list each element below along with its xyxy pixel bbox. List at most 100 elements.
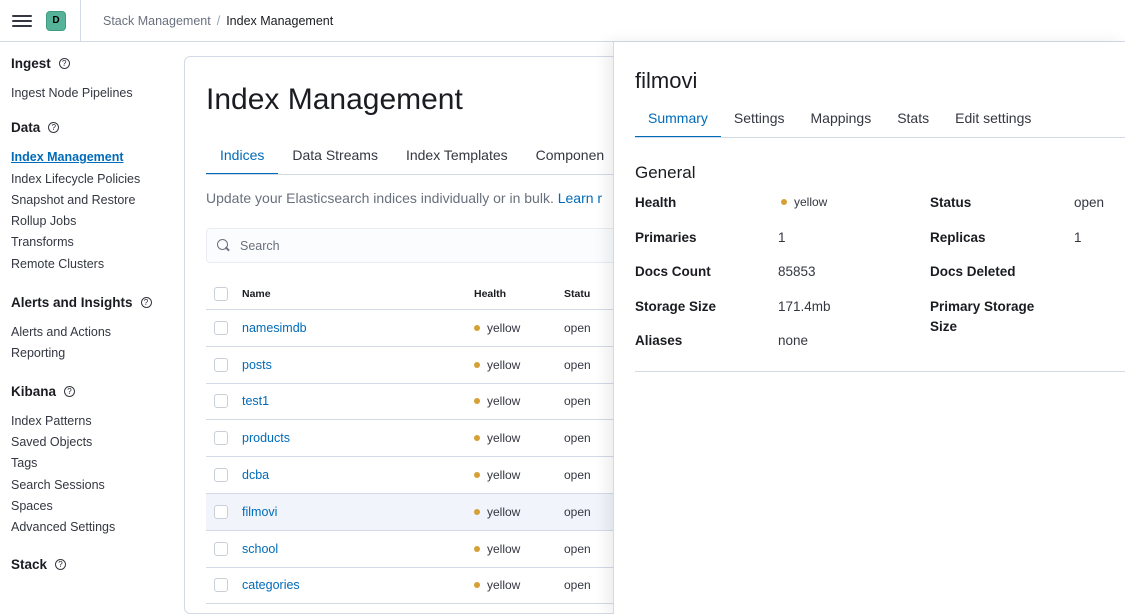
sidebar-item[interactable]: Rollup Jobs	[11, 211, 184, 232]
flyout-tabs: Summary Settings Mappings Stats Edit set…	[635, 108, 1044, 138]
tab-index-templates[interactable]: Index Templates	[392, 145, 522, 175]
space-avatar[interactable]: D	[46, 10, 66, 31]
row-checkbox[interactable]	[214, 504, 228, 519]
flyout-section-divider	[635, 371, 1125, 372]
health-dot-icon	[474, 472, 480, 479]
sidebar-item[interactable]: Reporting	[11, 343, 184, 364]
index-name-link[interactable]: test1	[228, 394, 474, 408]
health-dot-icon	[781, 199, 787, 205]
sidebar-item[interactable]: Tags	[11, 453, 184, 474]
index-name-link[interactable]: filmovi	[228, 505, 474, 519]
learn-more-link[interactable]: Learn r	[558, 190, 602, 206]
table-row[interactable]: namesimdb yellow open	[206, 310, 636, 347]
tab-indices[interactable]: Indices	[206, 145, 279, 175]
docs-count-label: Docs Count	[635, 264, 711, 279]
help-icon[interactable]: ?	[58, 58, 70, 69]
search-input[interactable]	[240, 238, 620, 253]
sidebar-section: Stack?	[11, 557, 184, 572]
index-name-link[interactable]: school	[228, 542, 474, 556]
table-row[interactable]: test1 yellow open	[206, 384, 636, 421]
table-row[interactable]: posts yellow open	[206, 347, 636, 384]
column-header-health[interactable]: Health	[474, 288, 564, 300]
tab-mappings[interactable]: Mappings	[798, 108, 885, 138]
index-name-link[interactable]: dcba	[228, 468, 474, 482]
sidebar-section: Kibana? Index Patterns Saved Objects Tags Se…	[11, 384, 184, 539]
help-icon[interactable]: ?	[140, 297, 152, 309]
sidebar-section-title: Stack?	[11, 557, 184, 572]
health-dot-icon	[474, 508, 480, 515]
help-icon[interactable]: ?	[48, 122, 60, 134]
sidebar-section: Alerts and Insights? Alerts and Actions Re…	[11, 295, 184, 365]
help-icon[interactable]: ?	[64, 385, 76, 397]
sidebar-item[interactable]: Transforms	[11, 232, 184, 253]
tab-component-templates[interactable]: Componen	[522, 145, 619, 175]
sidebar-section-title: Ingest?	[11, 56, 184, 71]
row-checkbox[interactable]	[214, 468, 228, 483]
menu-icon[interactable]	[12, 13, 32, 29]
page-description: Update your Elasticsearch indices indivi…	[206, 190, 602, 206]
row-checkbox[interactable]	[214, 431, 228, 446]
sidebar-item[interactable]: Spaces	[11, 496, 184, 517]
sidebar-section-title-text: Data	[11, 120, 41, 136]
docs-count-value: 85853	[778, 264, 816, 279]
row-checkbox[interactable]	[214, 320, 228, 335]
sidebar-item[interactable]: Snapshot and Restore	[11, 190, 184, 211]
primary-storage-size-label-line2: Size	[930, 319, 958, 334]
page-title: Index Management	[206, 83, 463, 116]
sidebar-item[interactable]: Advanced Settings	[11, 517, 184, 538]
index-name-link[interactable]: categories	[228, 578, 474, 592]
row-checkbox[interactable]	[214, 541, 228, 556]
breadcrumb: Stack Management / Index Management	[103, 14, 333, 28]
sidebar-item[interactable]: Index Lifecycle Policies	[11, 169, 184, 190]
index-name-link[interactable]: products	[228, 431, 474, 445]
sidebar-item[interactable]: Search Sessions	[11, 475, 184, 496]
breadcrumb-stack-management[interactable]: Stack Management	[103, 14, 211, 28]
flyout-title: filmovi	[635, 68, 698, 93]
table-row[interactable]: categories yellow open	[206, 568, 636, 605]
description-text: Update your Elasticsearch indices indivi…	[206, 190, 554, 206]
table-row[interactable]: dcba yellow open	[206, 457, 636, 494]
main-tabs: Indices Data Streams Index Templates Com…	[206, 145, 618, 175]
health-dot-icon	[474, 582, 480, 589]
table-row[interactable]: school yellow open	[206, 531, 636, 568]
health-cell: yellow	[474, 542, 564, 556]
aliases-label: Aliases	[635, 333, 683, 348]
index-name-link[interactable]: namesimdb	[228, 321, 474, 335]
breadcrumb-index-management: Index Management	[226, 13, 334, 28]
tab-summary[interactable]: Summary	[635, 108, 721, 138]
select-all-checkbox[interactable]	[214, 286, 228, 301]
tab-stats[interactable]: Stats	[884, 108, 942, 138]
primaries-value: 1	[778, 230, 786, 245]
search-box	[206, 228, 636, 263]
sidebar-section-title: Kibana?	[11, 384, 184, 399]
column-header-name[interactable]: Name	[228, 288, 474, 300]
sidebar-item[interactable]: Saved Objects	[11, 432, 184, 453]
replicas-value: 1	[1074, 230, 1082, 245]
tabs-divider	[206, 174, 636, 175]
status-label: Status	[930, 195, 972, 210]
health-text: yellow	[487, 394, 521, 409]
health-cell: yellow	[474, 358, 564, 372]
table-row[interactable]: products yellow open	[206, 420, 636, 458]
table-row[interactable]: filmovi yellow open	[206, 493, 636, 531]
sidebar-item[interactable]: Remote Clusters	[11, 254, 184, 275]
sidebar-item[interactable]: Ingest Node Pipelines	[11, 83, 184, 104]
primary-storage-size-label-line1: Primary Storage	[930, 299, 1035, 314]
status-value: open	[1074, 195, 1105, 210]
index-name-link[interactable]: posts	[228, 358, 474, 372]
index-details-flyout: filmovi Summary Settings Mappings Stats …	[613, 42, 1125, 614]
tab-settings[interactable]: Settings	[721, 108, 798, 138]
row-checkbox[interactable]	[214, 357, 228, 372]
storage-size-label: Storage Size	[635, 299, 717, 314]
row-checkbox[interactable]	[214, 394, 228, 409]
tab-data-streams[interactable]: Data Streams	[278, 145, 392, 175]
tab-edit-settings[interactable]: Edit settings	[942, 108, 1044, 138]
help-icon[interactable]: ?	[55, 559, 67, 571]
sidebar-item[interactable]: Index Management	[11, 147, 184, 168]
sidebar-item[interactable]: Index Patterns	[11, 411, 184, 432]
row-checkbox[interactable]	[214, 578, 228, 593]
health-value: yellow	[781, 195, 827, 209]
sidebar-item[interactable]: Alerts and Actions	[11, 322, 184, 343]
health-dot-icon	[474, 361, 480, 368]
health-label: Health	[635, 195, 677, 210]
